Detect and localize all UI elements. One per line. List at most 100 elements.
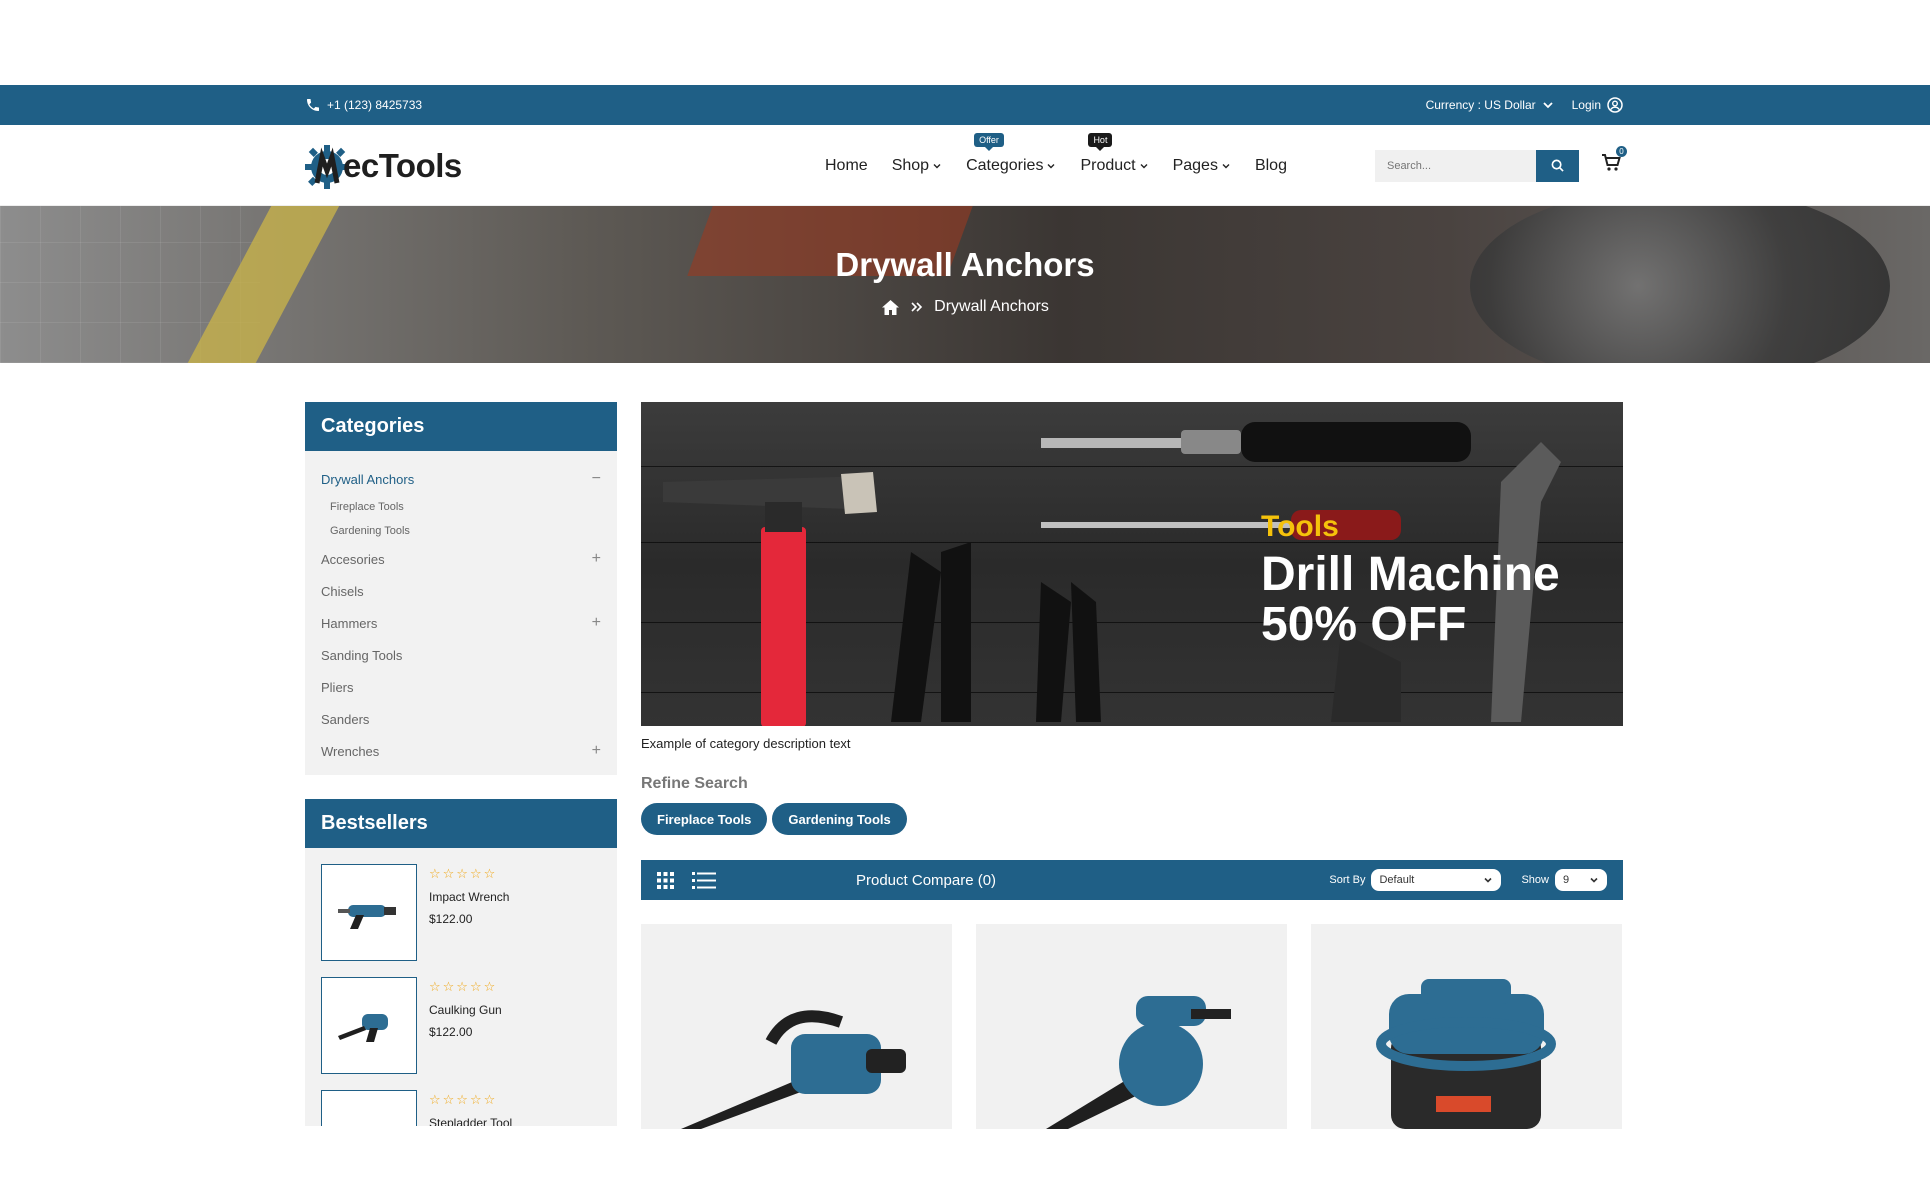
category-label: Drywall Anchors [321, 471, 415, 487]
chevron-down-icon [1140, 163, 1148, 168]
expand-icon[interactable]: + [592, 742, 601, 760]
category-description: Example of category description text [641, 736, 851, 751]
rating-stars: ☆☆☆☆☆ [429, 866, 498, 881]
category-label: Sanding Tools [321, 647, 403, 663]
bestsellers-panel: Bestsellers ☆☆☆☆☆ Impact Wrench $122.00 … [305, 799, 617, 1126]
product-thumbnail[interactable] [321, 864, 417, 961]
logo-text: ecTools [343, 146, 462, 184]
category-item-chisels[interactable]: Chisels [321, 575, 601, 607]
category-item-wrenches[interactable]: Wrenches + [321, 735, 601, 767]
banner-subtitle: Tools [1261, 510, 1339, 543]
currency-dropdown[interactable]: Currency : US Dollar [1426, 98, 1554, 112]
collapse-icon[interactable]: − [592, 470, 601, 488]
category-item-pliers[interactable]: Pliers [321, 671, 601, 703]
hot-badge: Hot [1088, 132, 1113, 151]
category-item-sanding-tools[interactable]: Sanding Tools [321, 639, 601, 671]
top-bar: +1 (123) 8425733 Currency : US Dollar Lo… [0, 85, 1930, 125]
site-logo[interactable]: ecTools [305, 139, 825, 193]
nav-pages-label: Pages [1172, 156, 1218, 174]
sidebar: Categories Drywall Anchors − Fireplace T… [305, 402, 617, 1126]
bestsellers-title: Bestsellers [305, 799, 617, 848]
bestseller-item: ☆☆☆☆☆ Impact Wrench $122.00 [321, 864, 601, 977]
impact-wrench-image [338, 904, 396, 929]
nav-shop[interactable]: Shop [892, 157, 942, 175]
breadcrumb: Drywall Anchors [0, 298, 1930, 316]
stepladder-tool-image [334, 1119, 404, 1127]
nav-categories-label: Categories [966, 156, 1044, 174]
category-item-accesories[interactable]: Accesories + [321, 543, 601, 575]
main-header: ecTools Home Shop Offer Categories Hot P… [0, 125, 1930, 206]
product-thumbnail[interactable] [321, 977, 417, 1074]
product-card[interactable] [976, 924, 1287, 1129]
cart-count-badge: 0 [1615, 146, 1627, 157]
nav-product[interactable]: Hot Product [1080, 132, 1148, 175]
category-banner[interactable]: Tools Drill Machine 50% OFF [641, 402, 1623, 726]
category-item-sanders[interactable]: Sanders [321, 703, 601, 735]
grid-view-button[interactable] [657, 871, 674, 889]
sort-selected-value: Default [1379, 874, 1415, 886]
category-label: Wrenches [321, 743, 380, 759]
subcategory-item-fireplace-tools[interactable]: Fireplace Tools [321, 495, 601, 519]
nav-categories[interactable]: Offer Categories [966, 132, 1056, 175]
currency-label: Currency : US Dollar [1425, 98, 1536, 112]
chevron-down-icon [1542, 102, 1553, 109]
category-item-drywall-anchors[interactable]: Drywall Anchors − [321, 463, 601, 495]
chevron-down-icon [1047, 163, 1055, 168]
nav-home-label: Home [825, 156, 868, 174]
login-link[interactable]: Login [1572, 97, 1623, 113]
product-toolbar: Product Compare (0) Sort By Default Show… [641, 860, 1623, 900]
product-price: $122.00 [429, 912, 473, 926]
home-icon[interactable] [881, 299, 900, 316]
page-title: Drywall Anchors [835, 246, 1095, 283]
search-bar [1374, 149, 1579, 182]
product-name[interactable]: Caulking Gun [429, 1003, 502, 1017]
product-compare-link[interactable]: Product Compare (0) [856, 872, 996, 889]
phone-icon [307, 99, 319, 111]
product-grid [641, 924, 1623, 1129]
show-label: Show [1521, 874, 1549, 886]
chainsaw-image [681, 1010, 906, 1129]
vacuum-cleaner-image [1376, 979, 1556, 1129]
search-button[interactable] [1535, 149, 1579, 182]
categories-title: Categories [305, 402, 617, 451]
subcategory-item-gardening-tools[interactable]: Gardening Tools [321, 519, 601, 543]
search-input[interactable] [1374, 149, 1536, 182]
list-view-button[interactable] [692, 871, 716, 889]
bestseller-item: ☆☆☆☆☆ Stepladder Tool [321, 1090, 601, 1126]
category-label: Pliers [321, 679, 354, 695]
phone-number: +1 (123) 8425733 [327, 98, 423, 112]
phone-link[interactable]: +1 (123) 8425733 [305, 97, 422, 113]
nav-blog[interactable]: Blog [1255, 157, 1287, 175]
blower-image [1046, 996, 1231, 1129]
refine-chip-fireplace-tools[interactable]: Fireplace Tools [641, 803, 768, 835]
chevron-down-icon [1222, 163, 1230, 168]
banner-title: Drill Machine 50% OFF [1261, 550, 1560, 650]
nav-blog-label: Blog [1254, 156, 1287, 174]
expand-icon[interactable]: + [592, 614, 601, 632]
main-content: Tools Drill Machine 50% OFF Example of c… [641, 402, 1623, 1129]
show-count-select[interactable]: 9 [1555, 869, 1607, 891]
search-icon [1551, 159, 1564, 172]
show-selected-value: 9 [1563, 874, 1570, 886]
product-name[interactable]: Stepladder Tool [429, 1116, 512, 1126]
sort-by-label: Sort By [1329, 874, 1366, 886]
refine-search-title: Refine Search [641, 775, 748, 792]
product-card[interactable] [1311, 924, 1622, 1129]
expand-icon[interactable]: + [592, 550, 601, 568]
breadcrumb-current: Drywall Anchors [934, 298, 1049, 315]
product-price: $122.00 [429, 1025, 473, 1039]
nav-pages[interactable]: Pages [1173, 157, 1231, 175]
category-item-hammers[interactable]: Hammers + [321, 607, 601, 639]
refine-chip-gardening-tools[interactable]: Gardening Tools [772, 803, 907, 835]
banner-title-line: 50% OFF [1261, 598, 1467, 651]
bestseller-item: ☆☆☆☆☆ Caulking Gun $122.00 [321, 977, 601, 1090]
nav-home[interactable]: Home [825, 157, 868, 175]
refine-search-chips: Fireplace Tools Gardening Tools [641, 803, 1623, 835]
product-thumbnail[interactable] [321, 1090, 417, 1126]
rating-stars: ☆☆☆☆☆ [429, 979, 498, 994]
product-name[interactable]: Impact Wrench [429, 890, 509, 904]
cart-button[interactable]: 0 [1601, 146, 1627, 177]
hero-background-drill [1470, 206, 1890, 363]
sort-select[interactable]: Default [1371, 869, 1502, 891]
product-card[interactable] [641, 924, 952, 1129]
